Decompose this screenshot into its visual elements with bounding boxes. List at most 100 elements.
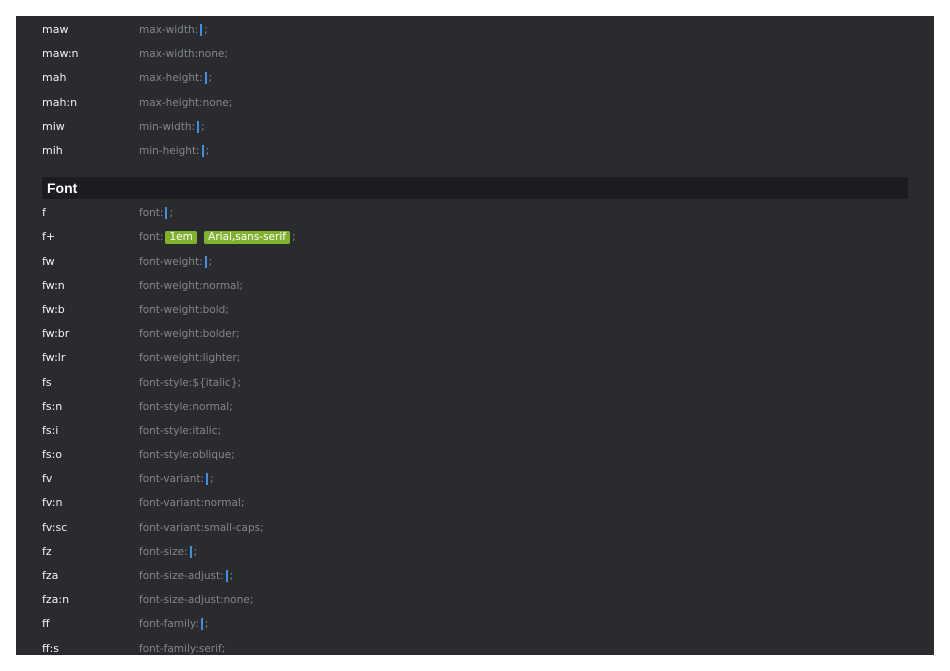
expansion-text: font: bbox=[139, 207, 164, 220]
snippet-expansion: font-style:oblique; bbox=[139, 448, 235, 462]
snippet-abbreviation: ff bbox=[42, 617, 50, 631]
snippet-abbreviation: fw:lr bbox=[42, 351, 66, 365]
snippet-row: fs:o font-style:oblique; bbox=[16, 443, 934, 467]
caret-marker bbox=[200, 618, 203, 631]
snippet-row: ff:s font-family:serif; bbox=[16, 637, 934, 656]
cheatsheet-panel: maw max-width:; maw:n max-width:none; mah max… bbox=[16, 16, 934, 655]
snippet-expansion: max-height:none; bbox=[139, 96, 232, 110]
snippet-row: fw:n font-weight:normal; bbox=[16, 274, 934, 298]
snippet-row: fza:n font-size-adjust:none; bbox=[16, 588, 934, 612]
snippet-abbreviation: ff:s bbox=[42, 641, 60, 655]
snippet-expansion: font-weight:bolder; bbox=[139, 327, 240, 341]
snippet-row: ff font-family:; bbox=[16, 612, 934, 636]
snippet-expansion: font-weight:; bbox=[139, 255, 212, 269]
caret-marker bbox=[200, 24, 203, 37]
snippet-expansion: font-weight:bold; bbox=[139, 303, 229, 317]
expansion-text: ; bbox=[169, 207, 173, 220]
expansion-text: max-height: bbox=[139, 72, 203, 85]
section-header-font: Font bbox=[42, 177, 908, 200]
snippet-abbreviation: miw bbox=[42, 119, 65, 133]
snippet-row: f font:; bbox=[16, 201, 934, 225]
snippet-expansion: font-variant:small-caps; bbox=[139, 521, 264, 535]
snippet-expansion: max-height:; bbox=[139, 71, 212, 85]
snippet-row: fw font-weight:; bbox=[16, 250, 934, 274]
snippet-expansion: max-width:none; bbox=[139, 47, 228, 61]
snippet-abbreviation: fs:o bbox=[42, 448, 63, 462]
caret-marker bbox=[165, 207, 168, 220]
snippet-abbreviation: fv:sc bbox=[42, 520, 68, 534]
snippet-row: mih min-height:; bbox=[16, 139, 934, 163]
snippet-row: fv:sc font-variant:small-caps; bbox=[16, 516, 934, 540]
expansion-text: ; bbox=[208, 255, 213, 268]
expansion-text: min-width: bbox=[139, 120, 196, 133]
placeholder-tag: Arial,sans-serif bbox=[204, 230, 290, 244]
expansion-text bbox=[199, 230, 202, 244]
snippet-expansion: font-style:italic; bbox=[139, 424, 221, 438]
snippet-row: fs:i font-style:italic; bbox=[16, 419, 934, 443]
snippet-row: fs:n font-style:normal; bbox=[16, 395, 934, 419]
snippet-row: fv font-variant:; bbox=[16, 467, 934, 491]
expansion-text: font-family:serif; bbox=[139, 642, 226, 655]
expansion-text: font-weight:normal; bbox=[139, 279, 243, 292]
snippet-abbreviation: f+ bbox=[42, 230, 56, 244]
snippet-row: miw min-width:; bbox=[16, 115, 934, 139]
snippet-abbreviation: fw:br bbox=[42, 327, 70, 341]
expansion-text: font-weight: bbox=[139, 255, 203, 268]
snippet-row: f+ font: 1em Arial,sans-serif; bbox=[16, 225, 934, 249]
snippet-expansion: font-family:serif; bbox=[139, 642, 225, 655]
snippet-row: fs font-style:${italic}; bbox=[16, 370, 934, 394]
snippet-abbreviation: fw:b bbox=[42, 302, 65, 316]
snippet-row: fw:br font-weight:bolder; bbox=[16, 322, 934, 346]
caret-marker bbox=[197, 120, 200, 133]
snippet-row: fw:lr font-weight:lighter; bbox=[16, 346, 934, 370]
font-group: f font:; f+ font: 1em Arial,sans-serif; fw fon… bbox=[16, 201, 934, 655]
caret-marker bbox=[204, 72, 207, 85]
snippet-abbreviation: fz bbox=[42, 544, 52, 558]
snippet-expansion: max-width:; bbox=[139, 23, 208, 37]
snippet-expansion: min-width:; bbox=[139, 120, 205, 134]
snippet-abbreviation: mih bbox=[42, 144, 63, 158]
snippet-abbreviation: fza:n bbox=[42, 593, 70, 607]
snippet-row: maw max-width:; bbox=[16, 18, 934, 42]
expansion-text: font-style:normal; bbox=[139, 400, 233, 413]
snippet-abbreviation: f bbox=[42, 206, 46, 220]
snippet-abbreviation: fza bbox=[42, 569, 59, 583]
caret-marker bbox=[189, 545, 192, 558]
snippet-expansion: font-size-adjust:; bbox=[139, 569, 233, 583]
snippet-abbreviation: fs bbox=[42, 375, 52, 389]
expansion-text: max-width:none; bbox=[139, 48, 228, 61]
snippet-abbreviation: fv:n bbox=[42, 496, 63, 510]
snippet-expansion: font-weight:lighter; bbox=[139, 351, 240, 365]
snippet-expansion: min-height:; bbox=[139, 144, 209, 158]
expansion-text: font-weight:lighter; bbox=[139, 352, 241, 365]
expansion-text: ; bbox=[291, 231, 296, 244]
expansion-text: ; bbox=[210, 473, 214, 486]
expansion-text: ; bbox=[201, 120, 205, 133]
placeholder-tag: 1em bbox=[165, 230, 197, 244]
snippet-abbreviation: mah bbox=[42, 71, 67, 85]
snippet-row: maw:n max-width:none; bbox=[16, 42, 934, 66]
expansion-text: font-variant:small-caps; bbox=[139, 521, 264, 534]
expansion-text: font-style:oblique; bbox=[139, 449, 235, 462]
snippet-row: fv:n font-variant:normal; bbox=[16, 491, 934, 515]
snippet-expansion: font-weight:normal; bbox=[139, 279, 243, 293]
expansion-text: font-weight:bold; bbox=[139, 303, 229, 316]
snippet-abbreviation: fv bbox=[42, 472, 53, 486]
snippet-expansion: font-style:normal; bbox=[139, 400, 233, 414]
snippet-expansion: font-style:${italic}; bbox=[139, 376, 241, 390]
section-title: Font bbox=[47, 180, 78, 197]
expansion-text: ; bbox=[204, 24, 208, 37]
expansion-text: font-style:italic; bbox=[139, 424, 222, 437]
expansion-text: font-size-adjust: bbox=[139, 570, 224, 583]
expansion-text: font-size-adjust:none; bbox=[139, 594, 254, 607]
expansion-text: font: bbox=[139, 231, 164, 244]
snippet-abbreviation: fs:n bbox=[42, 399, 63, 413]
snippet-abbreviation: maw bbox=[42, 23, 69, 37]
expansion-text: ; bbox=[208, 72, 213, 85]
expansion-text: ; bbox=[229, 570, 234, 583]
snippet-abbreviation: maw:n bbox=[42, 47, 79, 61]
snippet-abbreviation: mah:n bbox=[42, 95, 78, 109]
expansion-text: font-size: bbox=[139, 545, 188, 558]
snippet-expansion: font-variant:; bbox=[139, 472, 214, 486]
expansion-text: font-variant:normal; bbox=[139, 497, 245, 510]
